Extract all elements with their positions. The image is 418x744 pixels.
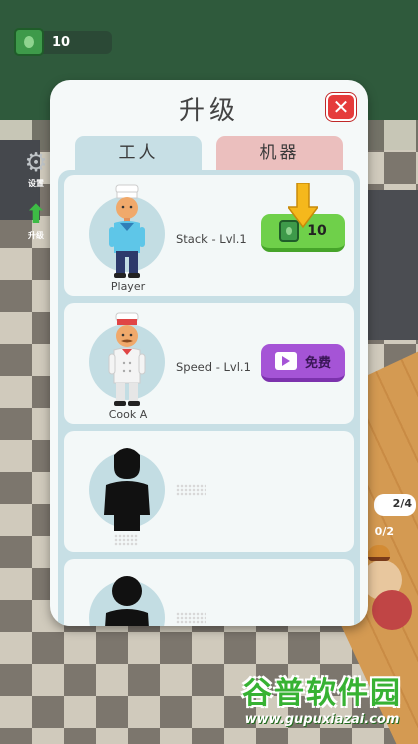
- player-avatar: [104, 183, 150, 281]
- money-amount: 10: [36, 30, 112, 54]
- worker-list[interactable]: Player Stack - Lvl.1 10 Cook A Speed - L…: [58, 170, 360, 626]
- free-label: 免费: [304, 355, 331, 371]
- tab-workers[interactable]: 工人: [75, 136, 202, 170]
- upgrade-side-label: 升级: [28, 231, 44, 240]
- background-burger-icon: [368, 545, 390, 561]
- watermark-url: www.gupuxiazai.com: [244, 712, 400, 727]
- locked-stat-placeholder: [176, 484, 206, 496]
- close-button[interactable]: ✕: [326, 93, 356, 121]
- watermark: 谷普软件园 www.gupuxiazai.com: [232, 668, 412, 727]
- worker-name: Player: [110, 280, 146, 293]
- background-customer: [372, 590, 412, 630]
- video-ad-icon: [274, 352, 297, 370]
- panel-title: 升级: [178, 96, 239, 126]
- burger-progress-badge: 2/4: [374, 494, 416, 516]
- locked-worker-silhouette: [100, 573, 154, 626]
- tutorial-arrow-icon: [288, 183, 318, 229]
- watermark-title: 谷普软件园: [242, 676, 402, 711]
- worker-card-player: Player Stack - Lvl.1 10: [64, 175, 354, 296]
- tab-machines[interactable]: 机器: [216, 136, 343, 170]
- close-icon: ✕: [332, 95, 350, 119]
- worker-card-locked: [64, 559, 354, 626]
- cook-a-avatar: [104, 311, 150, 409]
- burger-count-label: 0/2: [374, 525, 394, 538]
- locked-stat-placeholder: [176, 612, 206, 624]
- worker-name: Cook A: [108, 408, 148, 421]
- upgrade-panel: 升级 ✕ 工人 机器 Player Stack - Lvl.1 10 Cook …: [50, 80, 368, 626]
- locked-name-placeholder: [114, 534, 138, 546]
- settings-label: 设置: [28, 179, 44, 188]
- hud-money: 10: [14, 28, 112, 56]
- worker-stat: Stack - Lvl.1: [176, 232, 247, 246]
- cash-icon: [14, 28, 44, 56]
- locked-worker-silhouette: [100, 445, 154, 531]
- worker-card-locked: [64, 431, 354, 552]
- worker-stat: Speed - Lvl.1: [176, 360, 251, 374]
- worker-card-cook-a: Cook A Speed - Lvl.1 免费: [64, 303, 354, 424]
- free-upgrade-button[interactable]: 免费: [261, 344, 345, 382]
